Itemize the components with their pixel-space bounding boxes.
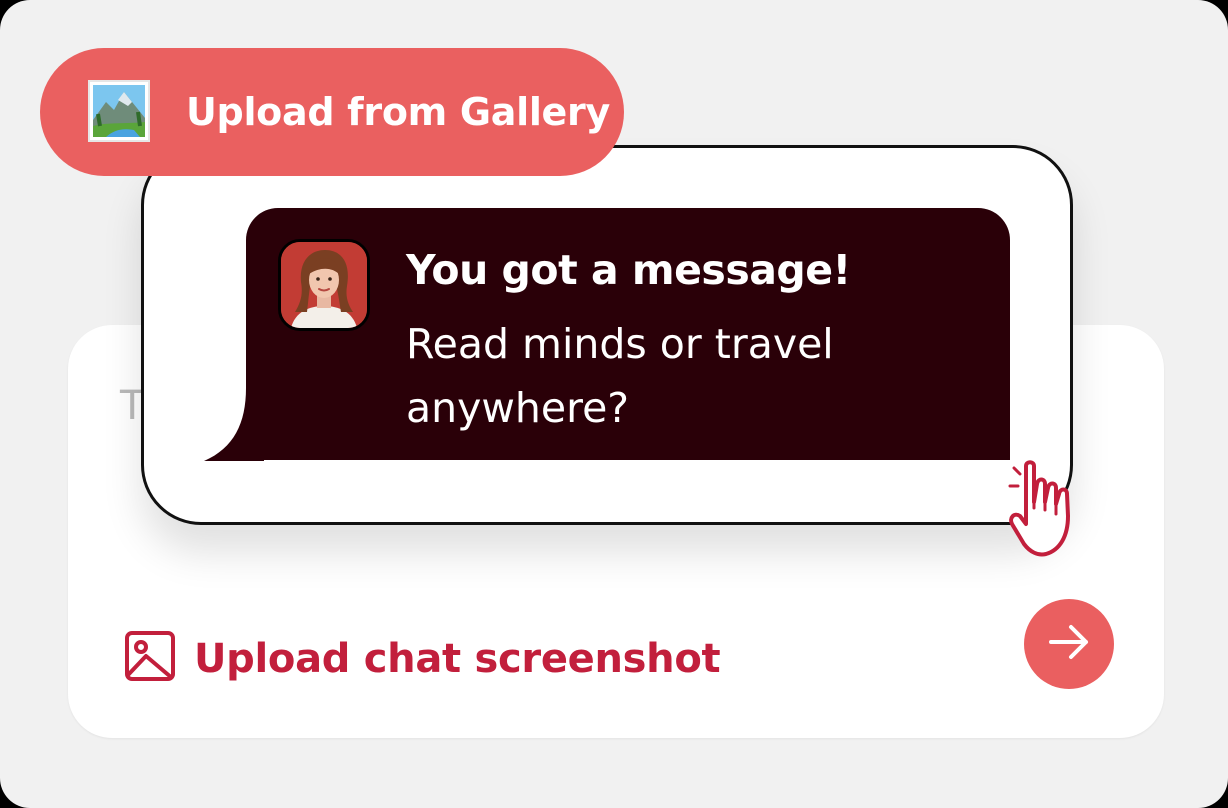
message-notification-card[interactable]: You got a message! Read minds or travel … bbox=[141, 145, 1073, 525]
notification-title: You got a message! bbox=[406, 246, 851, 294]
arrow-right-icon bbox=[1046, 619, 1092, 670]
avatar bbox=[278, 239, 370, 331]
canvas: T Upload chat screenshot You got a messa… bbox=[0, 0, 1228, 808]
upload-chat-screenshot-button[interactable]: Upload chat screenshot bbox=[124, 630, 721, 687]
notification-body: Read minds or travel anywhere? bbox=[406, 320, 834, 432]
message-bubble: You got a message! Read minds or travel … bbox=[246, 208, 1010, 460]
upload-from-gallery-button[interactable]: Upload from Gallery bbox=[40, 48, 624, 176]
send-button[interactable] bbox=[1024, 599, 1114, 689]
landscape-photo-icon bbox=[88, 80, 150, 142]
image-icon bbox=[124, 630, 176, 687]
hand-pointer-icon bbox=[1008, 460, 1070, 557]
upload-from-gallery-label: Upload from Gallery bbox=[186, 90, 610, 134]
upload-chat-label: Upload chat screenshot bbox=[194, 635, 721, 682]
